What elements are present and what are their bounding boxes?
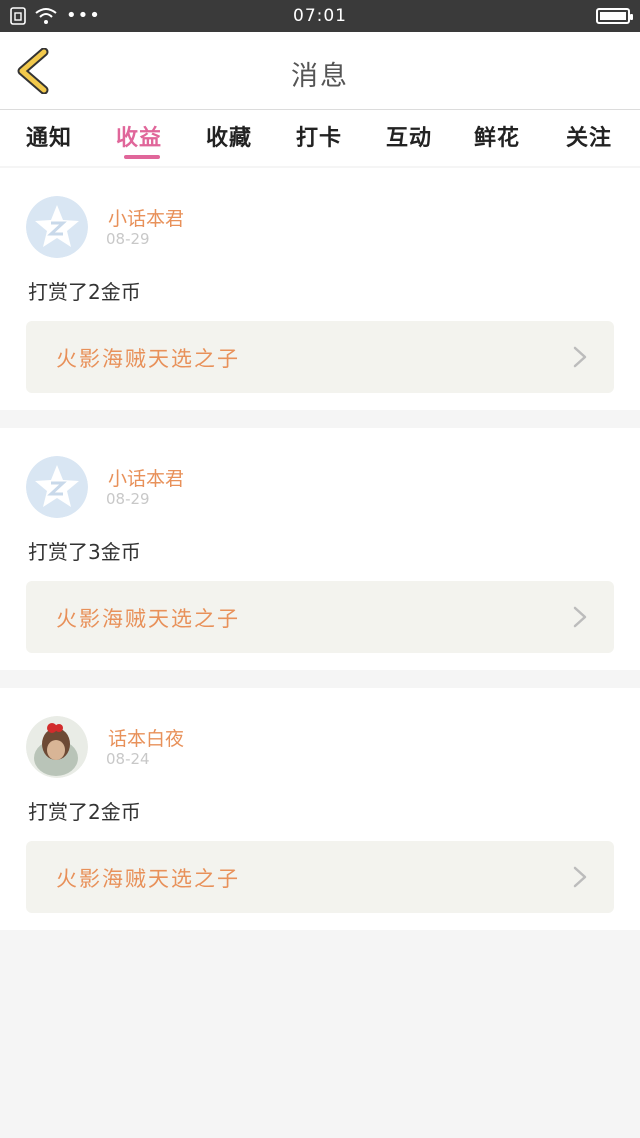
- story-title: 火影海贼天选之子: [56, 347, 240, 371]
- tab-checkin[interactable]: 打卡: [296, 120, 342, 152]
- message-date: 08-24: [106, 750, 150, 768]
- message-card: 小话本君 08-29 打赏了2金币 火影海贼天选之子: [0, 168, 640, 410]
- username[interactable]: 话本白夜: [108, 724, 184, 751]
- tab-flowers[interactable]: 鲜花: [474, 120, 520, 152]
- tab-favorites[interactable]: 收藏: [206, 120, 252, 152]
- photo-avatar-icon: [26, 716, 88, 778]
- message-text: 打赏了3金币: [28, 540, 141, 564]
- status-bar: ••• 07:01: [0, 0, 640, 32]
- message-text: 打赏了2金币: [28, 280, 141, 304]
- story-title: 火影海贼天选之子: [56, 867, 240, 891]
- page-title: 消息: [291, 61, 349, 92]
- tab-follow[interactable]: 关注: [566, 120, 612, 152]
- avatar[interactable]: [26, 716, 88, 778]
- message-text: 打赏了2金币: [28, 800, 141, 824]
- message-date: 08-29: [106, 230, 150, 248]
- message-date: 08-29: [106, 490, 150, 508]
- tab-bar: 通知 收益 收藏 打卡 互动 鲜花 关注: [0, 110, 640, 166]
- story-link[interactable]: 火影海贼天选之子: [26, 321, 614, 393]
- chevron-right-icon: [573, 346, 587, 368]
- username[interactable]: 小话本君: [108, 204, 184, 231]
- message-card: 小话本君 08-29 打赏了3金币 火影海贼天选之子: [0, 428, 640, 670]
- header-bar: 消息: [0, 32, 640, 110]
- avatar[interactable]: [26, 456, 88, 518]
- active-tab-indicator: [124, 155, 160, 159]
- tab-earnings[interactable]: 收益: [116, 120, 162, 152]
- battery-icon: [596, 8, 633, 24]
- chevron-right-icon: [573, 606, 587, 628]
- status-time: 07:01: [293, 6, 347, 26]
- message-card: 话本白夜 08-24 打赏了2金币 火影海贼天选之子: [0, 688, 640, 930]
- chevron-right-icon: [573, 866, 587, 888]
- username[interactable]: 小话本君: [108, 464, 184, 491]
- default-star-avatar-icon: [26, 456, 88, 518]
- story-title: 火影海贼天选之子: [56, 607, 240, 631]
- tab-notice[interactable]: 通知: [26, 120, 72, 152]
- default-star-avatar-icon: [26, 196, 88, 258]
- story-link[interactable]: 火影海贼天选之子: [26, 841, 614, 913]
- avatar[interactable]: [26, 196, 88, 258]
- tab-interaction[interactable]: 互动: [386, 120, 432, 152]
- story-link[interactable]: 火影海贼天选之子: [26, 581, 614, 653]
